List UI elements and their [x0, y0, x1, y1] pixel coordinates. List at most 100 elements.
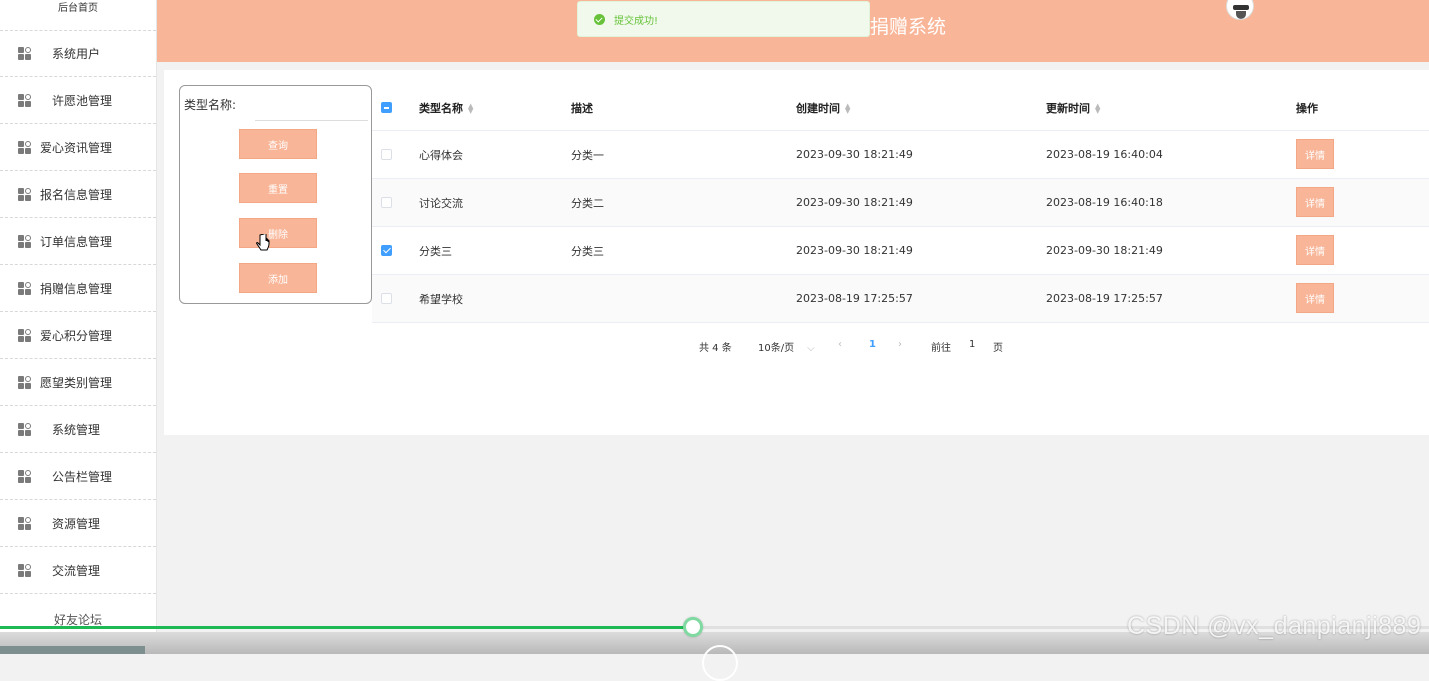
table-row: 讨论交流 分类二 2023-09-30 18:21:49 2023-08-19 16:… [372, 179, 1429, 227]
check-circle-icon [594, 13, 605, 25]
table-row: 希望学校 2023-08-19 17:25:57 2023-08-19 17:25:… [372, 275, 1429, 323]
cell-updated-time: 2023-09-30 18:21:49 [1046, 244, 1163, 257]
page-title: 捐赠系统 [870, 16, 947, 38]
cell-description: 分类一 [571, 148, 604, 162]
sidebar-item[interactable]: 爱心资讯管理 [0, 124, 156, 171]
sidebar-item-label: 爱心积分管理 [40, 328, 113, 343]
sidebar-item[interactable]: 资源管理 [0, 500, 156, 547]
sidebar-item[interactable]: 报名信息管理 [0, 171, 156, 218]
chevron-down-icon: ⌵ [807, 343, 815, 354]
sidebar-item-label: 交流管理 [52, 563, 101, 578]
cell-created-time: 2023-09-30 18:21:49 [796, 148, 913, 161]
row-checkbox[interactable] [381, 197, 392, 208]
detail-button[interactable]: 详情 [1296, 187, 1334, 217]
sidebar-item[interactable]: 公告栏管理 [0, 453, 156, 500]
cell-type-name: 心得体会 [419, 148, 463, 162]
module-icon [18, 328, 32, 342]
module-icon [18, 422, 32, 436]
table-row: 分类三 分类三 2023-09-30 18:21:49 2023-09-30 18:2… [372, 227, 1429, 275]
detail-button[interactable]: 详情 [1296, 235, 1334, 265]
column-header-actions: 操作 [1296, 101, 1318, 115]
sidebar-item-label: 爱心资讯管理 [40, 140, 113, 155]
sidebar-item[interactable]: 交流管理 [0, 547, 156, 594]
module-icon [18, 375, 32, 389]
page-number[interactable]: 1 [869, 339, 876, 350]
hand-cursor-icon [256, 234, 270, 251]
module-icon [18, 93, 32, 107]
column-header-description: 描述 [571, 101, 593, 115]
success-toast: 提交成功! [577, 1, 870, 37]
module-icon [18, 281, 32, 295]
sort-icon[interactable]: ▲ ▼ [468, 102, 473, 114]
sidebar-item[interactable]: 订单信息管理 [0, 218, 156, 265]
sidebar-home-link[interactable]: 后台首页 [0, 0, 156, 30]
cell-description: 分类二 [571, 196, 604, 210]
prev-page-icon[interactable]: ‹ [838, 339, 842, 350]
row-checkbox[interactable] [381, 149, 392, 160]
video-progress-handle[interactable] [683, 617, 703, 637]
cell-created-time: 2023-08-19 17:25:57 [796, 292, 913, 305]
play-button[interactable] [702, 645, 738, 681]
sidebar-item[interactable]: 系统管理 [0, 406, 156, 453]
goto-page-input[interactable]: 1 [969, 339, 975, 350]
sidebar-item-label: 公告栏管理 [52, 469, 113, 484]
video-thumbnail-strip [0, 646, 145, 654]
cell-type-name: 讨论交流 [419, 196, 463, 210]
goto-prefix: 前往 [931, 343, 951, 354]
detail-button[interactable]: 详情 [1296, 283, 1334, 313]
sort-icon[interactable]: ▲ ▼ [845, 102, 850, 114]
cell-created-time: 2023-09-30 18:21:49 [796, 196, 913, 209]
row-checkbox[interactable] [381, 293, 392, 304]
cell-created-time: 2023-09-30 18:21:49 [796, 244, 913, 257]
query-button[interactable]: 查询 [239, 129, 317, 159]
module-icon [18, 140, 32, 154]
goto-suffix: 页 [993, 343, 1003, 354]
cell-type-name: 分类三 [419, 244, 452, 258]
module-icon [18, 469, 32, 483]
column-header-type-name[interactable]: 类型名称 ▲ ▼ [419, 100, 473, 116]
sidebar-item-label: 报名信息管理 [40, 187, 113, 202]
delete-button[interactable]: 删除 [239, 218, 317, 248]
user-avatar[interactable] [1226, 0, 1254, 20]
module-icon [18, 47, 32, 60]
page-size-select[interactable]: 10条/页 ⌵ [758, 339, 815, 354]
row-checkbox[interactable] [381, 245, 392, 256]
sidebar: 后台首页 系统用户许愿池管理爱心资讯管理 报名信息管理 订单信息管理捐赠信息管理爱心… [0, 0, 157, 654]
sidebar-item-label: 系统用户 [52, 47, 101, 61]
sort-icon[interactable]: ▲ ▼ [1095, 102, 1100, 114]
sidebar-item[interactable]: 系统用户 [0, 30, 156, 77]
cell-description: 分类三 [571, 244, 604, 258]
cell-type-name: 希望学校 [419, 292, 463, 306]
detail-button[interactable]: 详情 [1296, 139, 1334, 169]
type-name-input[interactable] [255, 94, 368, 121]
module-icon [18, 187, 32, 201]
search-form: 类型名称: 查询 重置 删除 添加 [179, 85, 372, 304]
sidebar-item-label: 系统管理 [52, 422, 101, 437]
add-button[interactable]: 添加 [239, 263, 317, 293]
sidebar-item-label: 资源管理 [52, 516, 101, 531]
table-header-row: 类型名称 ▲ ▼ 描述 创建时间 ▲ ▼ 更新时间 ▲ ▼ 操作 [372, 85, 1429, 131]
table-row: 心得体会 分类一 2023-09-30 18:21:49 2023-08-19 16:… [372, 131, 1429, 179]
type-name-label: 类型名称: [184, 98, 237, 112]
column-header-created-time[interactable]: 创建时间 ▲ ▼ [796, 100, 850, 116]
cell-updated-time: 2023-08-19 16:40:18 [1046, 196, 1163, 209]
column-header-updated-time[interactable]: 更新时间 ▲ ▼ [1046, 100, 1100, 116]
pagination-total: 共 4 条 [699, 343, 732, 354]
module-icon [18, 516, 32, 530]
cell-updated-time: 2023-08-19 16:40:04 [1046, 148, 1163, 161]
sidebar-item-label: 愿望类别管理 [40, 375, 113, 390]
video-progress-fill [0, 626, 693, 629]
reset-button[interactable]: 重置 [239, 173, 317, 203]
next-page-icon[interactable]: › [898, 339, 902, 350]
sidebar-item-label: 订单信息管理 [40, 234, 113, 249]
sidebar-item[interactable]: 爱心积分管理 [0, 312, 156, 359]
sidebar-item[interactable]: 愿望类别管理 [0, 359, 156, 406]
watermark: CSDN @vx_danpianji889 [1127, 612, 1422, 640]
cell-updated-time: 2023-08-19 17:25:57 [1046, 292, 1163, 305]
module-icon [18, 234, 32, 248]
toast-message: 提交成功! [614, 15, 659, 27]
sidebar-item[interactable]: 许愿池管理 [0, 77, 156, 124]
sidebar-item[interactable]: 捐赠信息管理 [0, 265, 156, 312]
select-all-checkbox[interactable] [381, 102, 392, 113]
sidebar-item-label: 许愿池管理 [52, 93, 113, 108]
